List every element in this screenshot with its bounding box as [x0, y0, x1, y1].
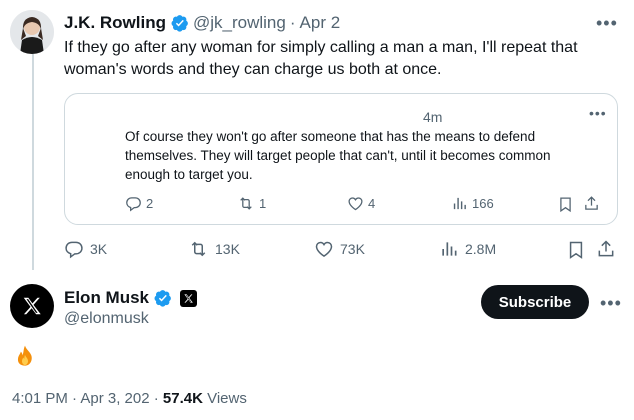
tweet-header: Elon Musk — [64, 288, 198, 308]
meta-separator: · — [149, 390, 163, 407]
views-count: 2.8M — [465, 241, 497, 257]
share-icon[interactable] — [583, 195, 600, 212]
views-label: Views — [202, 390, 247, 407]
like-icon — [348, 197, 363, 211]
quoted-tweet-card[interactable]: 4m ••• Of course they won't go after som… — [64, 93, 618, 225]
author-handle[interactable]: @elonmusk — [64, 310, 149, 328]
tweet-meta: 4:01 PM · Apr 3, 202 · 57.4K Views — [12, 390, 247, 407]
like-count: 73K — [340, 241, 365, 257]
like-icon — [315, 241, 333, 257]
x-affiliation-icon[interactable] — [180, 289, 198, 307]
quote-like-button[interactable]: 4 — [347, 195, 375, 212]
tweet-header: J.K. Rowling @jk_rowling · Apr 2 — [64, 13, 340, 33]
quote-action-bar: 2 1 4 166 — [125, 195, 605, 215]
separator-dot: · — [289, 13, 296, 32]
quote-text: Of course they won't go after someone th… — [125, 129, 551, 182]
quote-reply-count: 2 — [146, 196, 154, 211]
post-timestamp[interactable]: 4:01 PM · Apr 3, 202 — [12, 390, 150, 407]
quote-retweet-button[interactable]: 1 — [237, 195, 266, 212]
thread-connector-line — [32, 52, 34, 270]
quote-views-count: 166 — [472, 196, 494, 211]
verified-badge-icon — [171, 15, 188, 32]
quote-views-button[interactable]: 166 — [451, 195, 494, 212]
views-total: 57.4K — [162, 390, 203, 407]
quote-like-count: 4 — [368, 196, 376, 211]
verified-badge-icon — [154, 290, 171, 307]
like-button[interactable]: 73K — [314, 239, 365, 259]
x-logo-icon — [23, 297, 41, 315]
avatar-jk-rowling[interactable] — [10, 10, 54, 54]
reply-icon — [126, 197, 141, 212]
share-icon[interactable] — [596, 239, 616, 259]
author-name[interactable]: Elon Musk — [64, 288, 149, 308]
author-handle[interactable]: @jk_rowling — [193, 13, 286, 33]
bookmark-icon[interactable] — [557, 196, 574, 213]
retweet-button[interactable]: 13K — [188, 239, 240, 259]
retweet-count: 13K — [215, 241, 240, 257]
tweet-date[interactable]: Apr 2 — [300, 13, 341, 33]
quote-time: 4m — [423, 109, 443, 125]
tweet-text: If they go after any woman for simply ca… — [64, 39, 578, 78]
reply-icon — [65, 241, 83, 259]
quote-reply-button[interactable]: 2 — [125, 195, 153, 212]
more-icon[interactable]: ••• — [596, 14, 618, 32]
reply-count: 3K — [90, 241, 108, 257]
fire-icon — [17, 345, 32, 366]
author-name[interactable]: J.K. Rowling — [64, 13, 166, 33]
tweet-action-bar: 3K 13K 73K 2.8M — [64, 239, 624, 261]
views-icon — [442, 242, 457, 256]
subscribe-button[interactable]: Subscribe — [481, 285, 589, 319]
bookmark-icon[interactable] — [566, 240, 586, 260]
more-icon[interactable]: ••• — [600, 294, 622, 312]
quote-retweet-count: 1 — [259, 196, 267, 211]
avatar-elon-musk[interactable] — [10, 284, 54, 328]
retweet-icon — [191, 241, 206, 257]
retweet-icon — [240, 197, 252, 210]
more-icon[interactable]: ••• — [589, 106, 607, 120]
views-icon — [453, 197, 466, 210]
reply-button[interactable]: 3K — [64, 239, 107, 259]
views-button[interactable]: 2.8M — [439, 239, 496, 259]
